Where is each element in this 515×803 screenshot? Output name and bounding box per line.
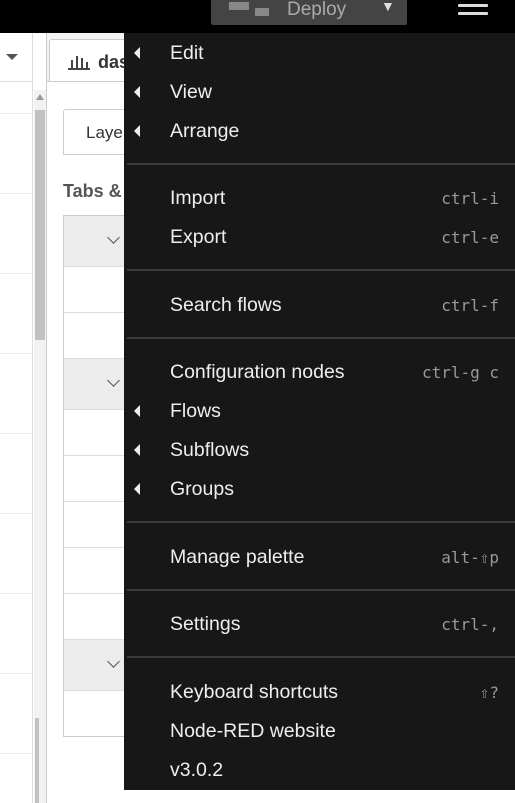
menu-item-shortcut: ⇧? xyxy=(479,683,499,702)
menu-item-configuration-nodes[interactable]: Configuration nodes ctrl-g c xyxy=(124,353,515,392)
chevron-down-icon[interactable] xyxy=(107,374,120,387)
menu-item-label: Groups xyxy=(170,478,234,500)
menu-item-shortcut: ctrl-, xyxy=(441,615,499,634)
submenu-arrow-icon xyxy=(134,405,140,417)
main-menu-button[interactable] xyxy=(458,0,488,16)
menu-divider xyxy=(127,269,515,271)
grid-line xyxy=(0,433,32,434)
menu-item-label: Subflows xyxy=(170,439,250,461)
menu-divider xyxy=(127,163,515,165)
menu-divider xyxy=(127,589,515,591)
grid-line xyxy=(0,513,32,514)
menu-item-label: Node-RED website xyxy=(170,720,336,742)
menu-item-label: Flows xyxy=(170,400,221,422)
workspace-tabs-dropdown[interactable] xyxy=(0,33,32,82)
menu-divider xyxy=(127,337,515,339)
menu-item-node-red-website[interactable]: Node-RED website xyxy=(124,712,515,751)
chevron-down-icon[interactable] xyxy=(107,231,120,244)
scroll-thumb[interactable] xyxy=(35,110,45,340)
menu-item-label: View xyxy=(170,81,212,103)
grid-line xyxy=(0,753,32,754)
grid-line xyxy=(0,673,32,674)
submenu-arrow-icon xyxy=(134,125,140,137)
workspace-pane xyxy=(0,33,33,803)
menu-item-flows[interactable]: Flows xyxy=(124,392,515,431)
caret-down-icon xyxy=(6,54,18,60)
menu-item-view[interactable]: View xyxy=(124,73,515,112)
grid-line xyxy=(0,593,32,594)
grid-line xyxy=(0,113,32,114)
menu-item-label: Export xyxy=(170,226,227,248)
menu-item-settings[interactable]: Settings ctrl-, xyxy=(124,605,515,644)
menu-item-manage-palette[interactable]: Manage palette alt-⇧p xyxy=(124,538,515,577)
grid-line xyxy=(0,193,32,194)
menu-item-subflows[interactable]: Subflows xyxy=(124,431,515,470)
menu-item-shortcut: alt-⇧p xyxy=(441,548,499,567)
submenu-arrow-icon xyxy=(134,47,140,59)
menu-item-shortcut: ctrl-g c xyxy=(421,363,499,382)
menu-item-shortcut: ctrl-f xyxy=(441,296,499,315)
menu-item-keyboard-shortcuts[interactable]: Keyboard shortcuts ⇧? xyxy=(124,673,515,712)
scroll-thumb-horizontal[interactable] xyxy=(35,718,39,803)
bar-chart-icon xyxy=(68,54,90,70)
menu-item-label: Settings xyxy=(170,613,241,635)
version-label: v3.0.2 xyxy=(170,759,224,781)
menu-item-label: Search flows xyxy=(170,294,282,316)
deploy-button[interactable]: Deploy ▼ xyxy=(211,0,407,25)
tab-layout-label: Laye xyxy=(86,123,123,142)
workspace-scrollbar[interactable] xyxy=(34,90,46,803)
submenu-arrow-icon xyxy=(134,444,140,456)
deploy-label: Deploy xyxy=(287,0,347,20)
menu-item-label: Edit xyxy=(170,42,204,64)
menu-item-import[interactable]: Import ctrl-i xyxy=(124,179,515,218)
menu-item-label: Import xyxy=(170,187,226,209)
deploy-icon xyxy=(229,2,269,16)
menu-item-label: Configuration nodes xyxy=(170,361,345,383)
menu-item-label: Keyboard shortcuts xyxy=(170,681,339,703)
menu-divider xyxy=(127,656,515,658)
scroll-up-arrow-icon[interactable] xyxy=(36,94,44,100)
menu-item-arrange[interactable]: Arrange xyxy=(124,112,515,151)
menu-item-shortcut: ctrl-i xyxy=(441,189,499,208)
chevron-down-icon[interactable] xyxy=(107,655,120,668)
menu-item-search-flows[interactable]: Search flows ctrl-f xyxy=(124,286,515,325)
menu-item-version: v3.0.2 xyxy=(124,751,515,790)
menu-item-label: Manage palette xyxy=(170,546,305,568)
menu-item-label: Arrange xyxy=(170,120,240,142)
submenu-arrow-icon xyxy=(134,86,140,98)
header-bar: Deploy ▼ xyxy=(0,0,515,33)
main-menu: Edit View Arrange Import ctrl-i Export c… xyxy=(124,33,515,790)
menu-item-shortcut: ctrl-e xyxy=(441,228,499,247)
chevron-down-icon[interactable]: ▼ xyxy=(381,0,395,14)
grid-line xyxy=(0,273,32,274)
menu-item-groups[interactable]: Groups xyxy=(124,470,515,509)
section-title: Tabs & xyxy=(63,181,122,201)
grid-line xyxy=(0,353,32,354)
menu-item-export[interactable]: Export ctrl-e xyxy=(124,218,515,257)
menu-divider xyxy=(127,521,515,523)
submenu-arrow-icon xyxy=(134,483,140,495)
menu-item-edit[interactable]: Edit xyxy=(124,34,515,73)
